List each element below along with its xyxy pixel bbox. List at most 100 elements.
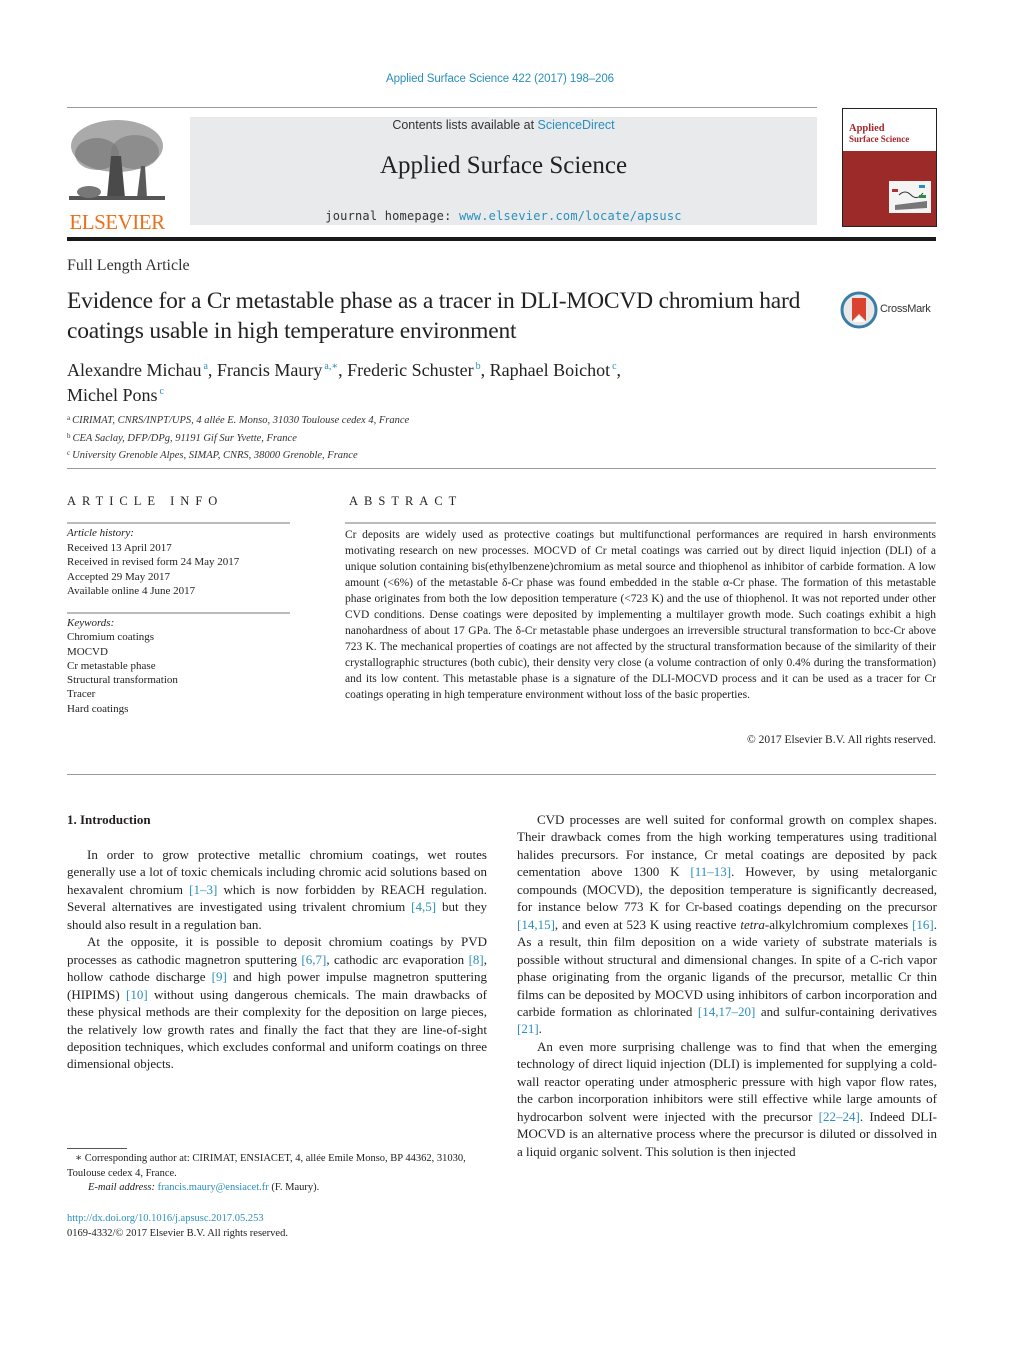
article-type: Full Length Article [67,257,190,274]
article-history: Article history: Received 13 April 2017 … [67,526,239,599]
cover-title-line2: Surface Science [849,134,910,144]
history-item: Accepted 29 May 2017 [67,570,170,583]
citation-link[interactable]: [9] [212,969,227,984]
homepage-prefix: journal homepage: [325,209,459,223]
abstract-divider [67,774,936,775]
author-name[interactable]: Frederic Schuster [347,360,473,380]
email-line: E-mail address: francis.maury@ensiacet.f… [67,1181,489,1196]
history-item: Available online 4 June 2017 [67,585,196,597]
contents-prefix: Contents lists available at [392,118,538,132]
abstract-copyright: © 2017 Elsevier B.V. All rights reserved… [747,734,936,746]
author-separator: , [338,360,348,380]
citation-link[interactable]: [11–13] [690,864,731,879]
body-text: . [538,1021,542,1037]
citation-link[interactable]: [8] [469,952,484,967]
doi-block: http://dx.doi.org/10.1016/j.apsusc.2017.… [67,1212,288,1241]
footnote-rule [67,1148,127,1149]
elsevier-wordmark: ELSEVIER [69,210,165,234]
affiliations: a CIRIMAT, CNRS/INPT/UPS, 4 allée E. Mons… [67,411,409,464]
body-text: , cathodic arc evaporation [326,951,469,967]
keyword-item: Chromium coatings [67,631,155,644]
abstract-heading: ABSTRACT [349,494,463,508]
citation-link[interactable]: [4,5] [411,899,436,914]
abstract-text: Cr deposits are widely used as protectiv… [345,529,936,701]
author-affiliation-marker[interactable]: a,∗ [324,361,338,372]
cover-title: Applied Surface Science [849,123,910,144]
citation-link[interactable]: [14,17–20] [698,1004,755,1019]
body-text: , and even at 523 K using reactive [554,916,741,932]
keywords: Keywords: Chromium coatings MOCVD Cr met… [67,616,178,716]
elsevier-logo[interactable]: ELSEVIER [67,116,167,233]
masthead-bottom-rule [67,237,936,241]
keywords-label: Keywords: [67,617,115,629]
affiliation-item: c University Grenoble Alpes, SIMAP, CNRS,… [67,446,409,464]
citation-link[interactable]: [22–24] [819,1109,860,1124]
body-text: and sulfur-containing derivatives [755,1003,937,1019]
sciencedirect-link[interactable]: ScienceDirect [538,118,615,132]
elsevier-tree-icon [69,120,165,200]
author-list: Alexandre Michau a, Francis Maury a,∗, Fre… [67,356,767,406]
affiliation-key: c [67,449,71,457]
author-separator: , [207,360,217,380]
keyword-item: Tracer [67,688,96,701]
journal-homepage-link[interactable]: www.elsevier.com/locate/apsusc [459,209,682,223]
cover-title-line1: Applied [849,123,885,134]
keyword-item: MOCVD [67,645,108,658]
author-name[interactable]: Raphael Boichot [490,360,610,380]
body-text: -alkylchromium complexes [764,916,913,932]
citation-link[interactable]: [16] [912,917,934,932]
affiliation-key: a [67,414,71,422]
author-name[interactable]: Francis Maury [217,360,322,380]
affiliation-key: b [67,431,71,440]
journal-homepage-line: journal homepage: www.elsevier.com/locat… [190,209,817,223]
affiliation-text: CEA Saclay, DFP/DPg, 91191 Gif Sur Yvett… [72,432,297,444]
paper-title: Evidence for a Cr metastable phase as a … [67,288,801,344]
corresponding-author-footnote: ∗ Corresponding author at: CIRIMAT, ENSI… [67,1152,489,1196]
keyword-item: Structural transformation [67,674,178,687]
citation-link[interactable]: [14,15] [517,917,555,932]
affiliation-text: University Grenoble Alpes, SIMAP, CNRS, … [72,450,358,461]
citation-link[interactable]: [1–3] [189,882,217,897]
citation-link[interactable]: [21] [517,1021,539,1036]
article-history-label: Article history: [67,527,134,539]
body-paragraph: An even more surprising challenge was to… [517,1038,937,1160]
body-paragraph: CVD processes are well suited for confor… [517,811,937,1038]
journal-title: Applied Surface Science [379,152,628,179]
email-link[interactable]: francis.maury@ensiacet.fr [158,1182,269,1193]
citation-link[interactable]: [10] [126,987,148,1002]
affiliation-text: CIRIMAT, CNRS/INPT/UPS, 4 allée E. Monso… [72,415,410,426]
author-name[interactable]: Michel Pons [67,385,158,405]
citation-link[interactable]: [6,7] [301,952,326,967]
affiliation-item: a CIRIMAT, CNRS/INPT/UPS, 4 allée E. Mons… [67,411,409,429]
keywords-rule [67,612,290,614]
keyword-item: Hard coatings [67,702,129,715]
journal-citation-link[interactable]: Applied Surface Science 422 (2017) 198–2… [0,73,1000,85]
history-item: Received 13 April 2017 [67,541,172,554]
author-separator: , [616,360,622,380]
title-block-divider [67,468,936,469]
journal-cover-thumbnail[interactable]: Applied Surface Science [842,108,937,227]
abstract-rule [345,522,936,524]
author-separator: , [480,360,490,380]
body-column-right: CVD processes are well suited for confor… [517,811,937,1160]
doi-link[interactable]: http://dx.doi.org/10.1016/j.apsusc.2017.… [67,1212,288,1227]
crossmark-label: CrossMark [880,303,931,315]
affiliation-item: b CEA Saclay, DFP/DPg, 91191 Gif Sur Yvet… [67,429,409,447]
corresponding-author-text: ∗ Corresponding author at: CIRIMAT, ENSI… [67,1153,466,1179]
contents-line: Contents lists available at ScienceDirec… [190,118,817,132]
crossmark-icon [840,291,878,329]
body-column-left: In order to grow protective metallic chr… [67,846,487,1073]
email-label: E-mail address: [88,1182,158,1193]
cover-figure [889,181,931,213]
email-suffix: (F. Maury). [268,1182,320,1193]
body-paragraph: At the opposite, it is possible to depos… [67,933,487,1073]
history-item: Received in revised form 24 May 2017 [67,556,240,568]
section-heading-introduction: 1. Introduction [67,812,151,827]
author-affiliation-marker[interactable]: c [160,386,164,397]
crossmark-badge[interactable]: CrossMark [840,291,940,329]
author-name[interactable]: Alexandre Michau [67,360,201,380]
keyword-item: Cr metastable phase [67,659,156,672]
italic-text: tetra [740,916,765,932]
header-divider [67,107,817,108]
article-info-heading: ARTICLE INFO [67,494,224,508]
